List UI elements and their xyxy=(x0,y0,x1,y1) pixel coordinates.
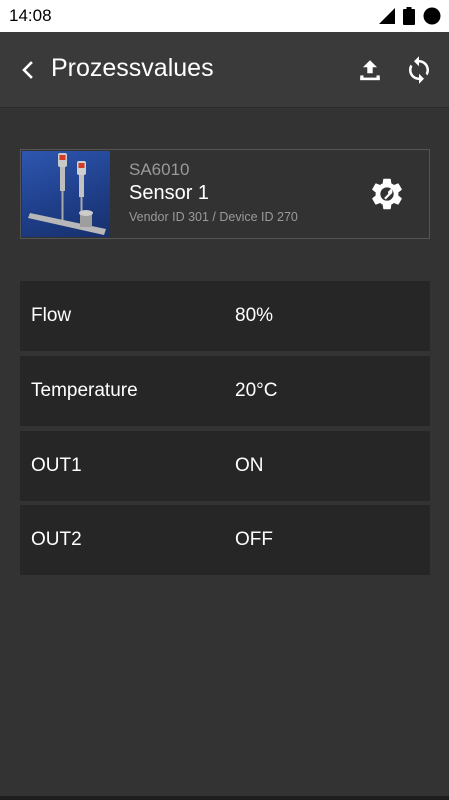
upload-icon xyxy=(360,60,380,81)
value-label: Flow xyxy=(31,305,72,326)
refresh-icon xyxy=(409,56,429,84)
value-reading: OFF xyxy=(235,529,273,550)
signal-icon xyxy=(379,8,395,24)
settings-wrench-icon xyxy=(372,178,402,210)
chevron-left-icon xyxy=(22,61,33,79)
value-reading: 80% xyxy=(235,305,274,326)
status-time: 14:08 xyxy=(9,6,52,25)
back-button[interactable] xyxy=(8,50,48,90)
app-bar: Prozessvalues xyxy=(0,32,449,108)
battery-icon xyxy=(403,7,415,25)
value-label: OUT1 xyxy=(31,455,82,476)
value-row-out2: OUT2 OFF xyxy=(20,505,430,575)
value-row-flow: Flow 80% xyxy=(20,281,430,351)
page-title: Prozessvalues xyxy=(51,54,214,82)
device-settings-button[interactable] xyxy=(367,174,407,214)
value-row-temperature: Temperature 20°C xyxy=(20,356,430,426)
upload-button[interactable] xyxy=(350,50,390,90)
value-reading: ON xyxy=(235,455,264,476)
value-label: Temperature xyxy=(31,380,138,401)
value-label: OUT2 xyxy=(31,529,82,550)
device-card[interactable]: SA6010 Sensor 1 Vendor ID 301 / Device I… xyxy=(20,149,430,239)
device-model: SA6010 xyxy=(129,160,190,179)
circle-icon xyxy=(423,7,441,25)
device-name: Sensor 1 xyxy=(129,182,210,204)
value-row-out1: OUT1 ON xyxy=(20,431,430,501)
navigation-bar-edge xyxy=(0,796,449,800)
value-reading: 20°C xyxy=(235,380,278,401)
status-bar: 14:08 xyxy=(0,0,449,32)
device-image xyxy=(22,151,110,237)
refresh-button[interactable] xyxy=(399,50,439,90)
device-ids: Vendor ID 301 / Device ID 270 xyxy=(129,210,298,224)
status-icons xyxy=(379,7,441,25)
